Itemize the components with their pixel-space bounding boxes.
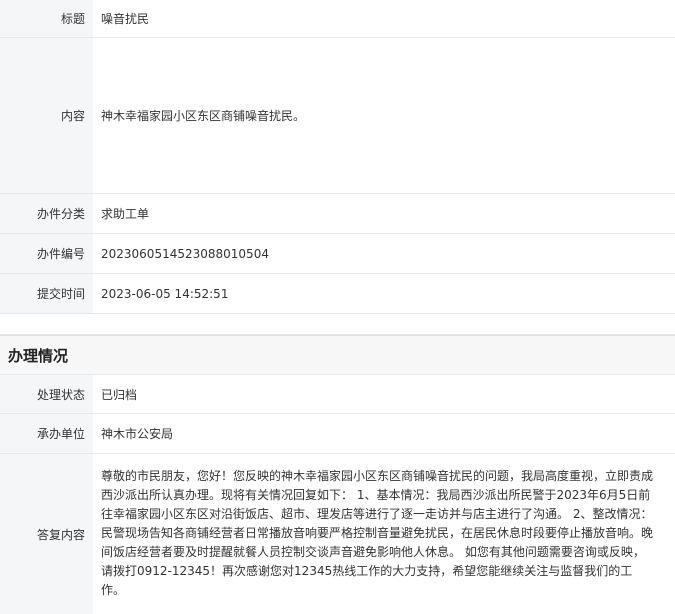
work-order-detail: 标题 噪音扰民 内容 神木幸福家园小区东区商铺噪音扰民。 办件分类 求助工单 办… <box>0 0 675 614</box>
category-label: 办件分类 <box>0 194 93 233</box>
unit-value: 神木市公安局 <box>101 427 174 441</box>
content-row: 内容 神木幸福家园小区东区商铺噪音扰民。 <box>0 38 675 194</box>
content-label: 内容 <box>0 38 93 193</box>
submit-time-row: 提交时间 2023-06-05 14:52:51 <box>0 274 675 314</box>
title-row: 标题 噪音扰民 <box>0 0 675 38</box>
category-value: 求助工单 <box>101 207 150 221</box>
number-row: 办件编号 2023060514523088010504 <box>0 234 675 274</box>
submit-time-value: 2023-06-05 14:52:51 <box>101 286 229 301</box>
reply-row: 答复内容 尊敬的市民朋友，您好！您反映的神木幸福家园小区东区商铺噪音扰民的问题，… <box>0 454 675 614</box>
status-label: 处理状态 <box>0 375 93 413</box>
title-value: 噪音扰民 <box>101 12 150 26</box>
submit-time-label: 提交时间 <box>0 274 93 313</box>
reply-value: 尊敬的市民朋友，您好！您反映的神木幸福家园小区东区商铺噪音扰民的问题，我局高度重… <box>101 469 654 597</box>
status-value: 已归档 <box>101 387 138 402</box>
number-value: 2023060514523088010504 <box>101 246 269 261</box>
status-row: 处理状态 已归档 <box>0 375 675 414</box>
number-label: 办件编号 <box>0 234 93 273</box>
title-label: 标题 <box>0 0 93 37</box>
category-row: 办件分类 求助工单 <box>0 194 675 234</box>
content-value: 神木幸福家园小区东区商铺噪音扰民。 <box>101 109 306 123</box>
unit-row: 承办单位 神木市公安局 <box>0 414 675 454</box>
processing-section-title: 办理情况 <box>0 335 675 375</box>
section-divider <box>0 314 675 335</box>
unit-label: 承办单位 <box>0 414 93 453</box>
reply-label: 答复内容 <box>0 454 93 614</box>
